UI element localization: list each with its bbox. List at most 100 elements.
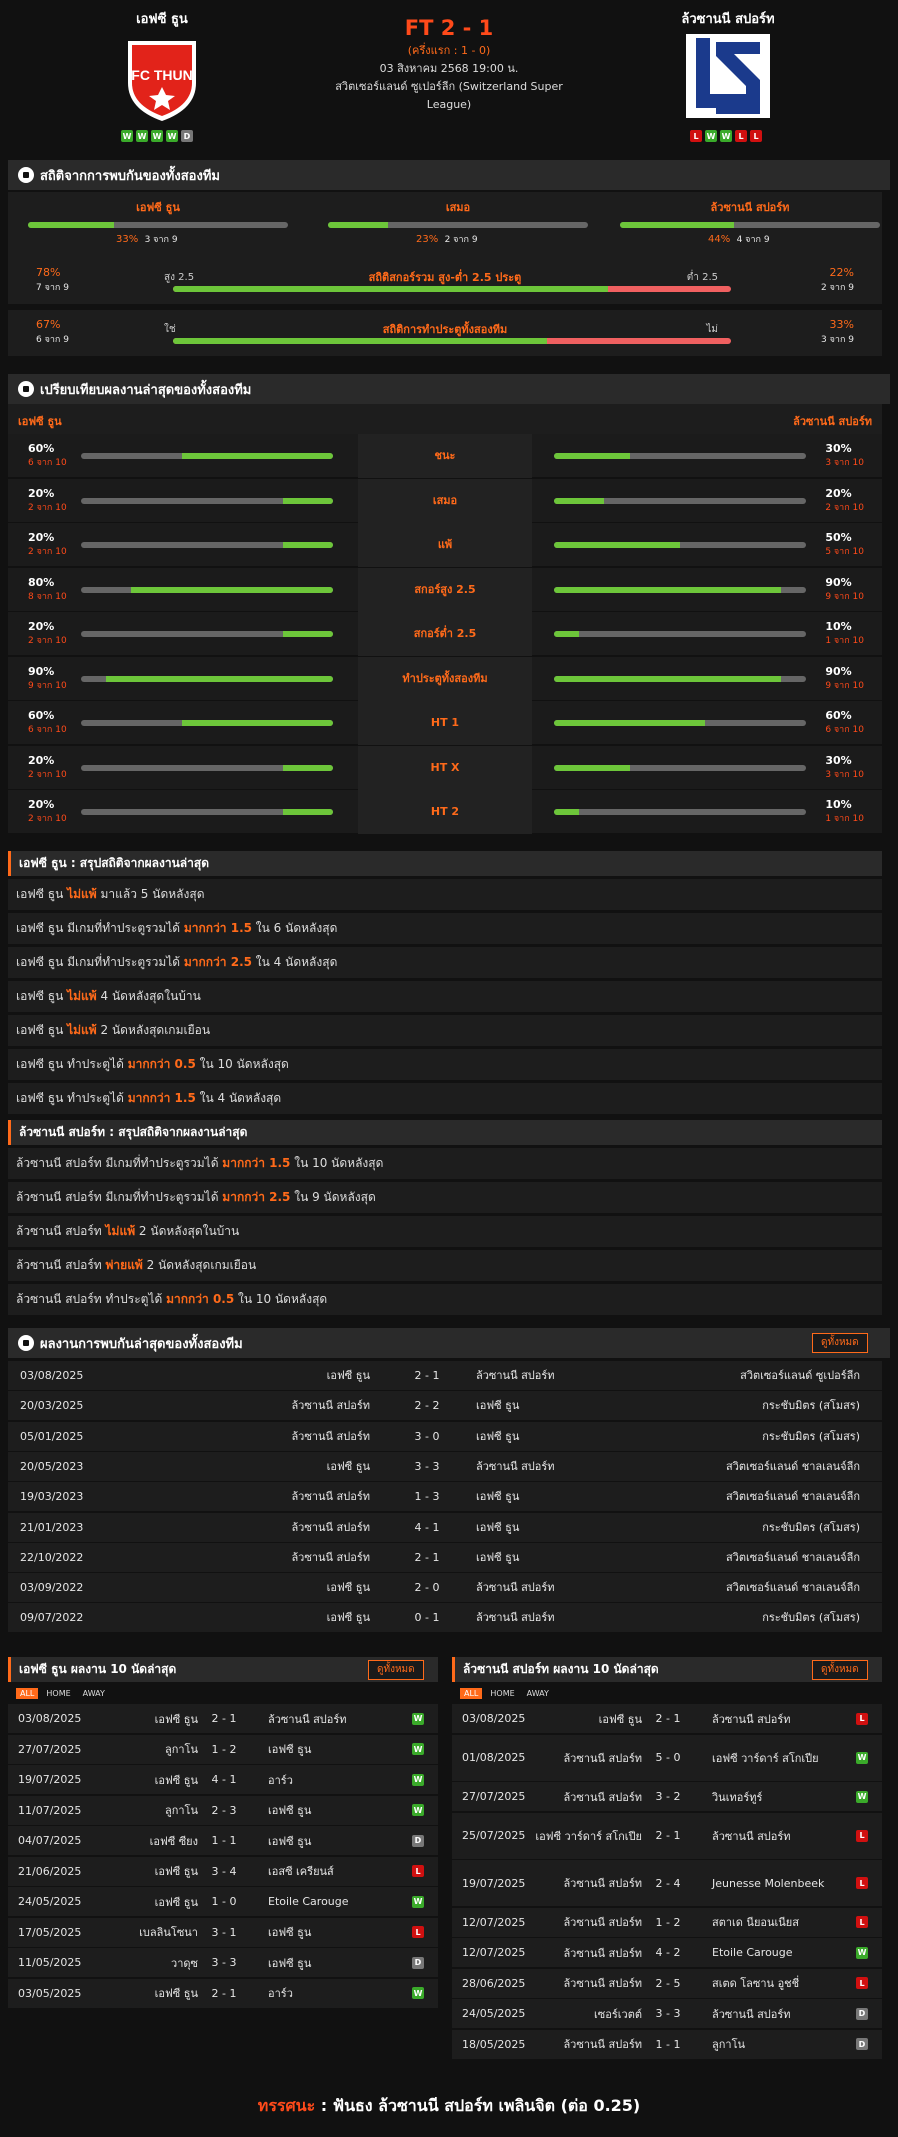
result-row[interactable]: 11/07/2025 ลูกาโน 2 - 3 เอฟซี ธูน W <box>8 1795 438 1825</box>
h2h-home-fill <box>28 222 114 228</box>
match-score: 2 - 5 <box>655 1976 681 1990</box>
result-row[interactable]: 27/07/2025 ลูกาโน 1 - 2 เอฟซี ธูน W <box>8 1734 438 1764</box>
result-row[interactable]: 27/07/2025 ล้วซานนี สปอร์ท 3 - 2 วินเทอร์ทู… <box>452 1782 882 1811</box>
h2h-result-row[interactable]: 21/01/2023 ล้วซานนี สปอร์ท 4 - 1 เอฟซี ธูน ก… <box>8 1512 882 1542</box>
home-team: ลูกาโน <box>164 1804 198 1817</box>
result-badge-w: W <box>856 1946 868 1959</box>
result-badge-w: W <box>412 1712 424 1725</box>
match-score: 1 - 2 <box>211 1742 237 1756</box>
home-team: ล้วซานนี สปอร์ท <box>291 1520 370 1534</box>
summary-row: ล้วซานนี สปอร์ท พ่ายแพ้ 2 นัดหลังสุดเกมเ… <box>8 1250 882 1281</box>
h2h-view-all-button[interactable]: ดูทั้งหมด <box>812 1333 868 1353</box>
result-badge-l: L <box>412 1926 424 1938</box>
tab-home[interactable]: HOME <box>42 1688 74 1699</box>
compare-away-pct: 10% <box>825 798 852 811</box>
h2h-draw-bar <box>328 222 588 228</box>
compare-home-of: 8 จาก 10 <box>28 591 67 602</box>
summary-row: เอฟซี ธูน ทำประตูได้ มากกว่า 1.5 ใน 4 นั… <box>8 1083 882 1114</box>
compare-row: 60% 6 จาก 10 ชนะ 30% 3 จาก 10 <box>8 434 882 478</box>
form-badge: L <box>750 130 762 142</box>
btts-stat: 67% 6 จาก 9 สถิติการทำประตูทั้งสองทีม ใช่… <box>8 310 882 356</box>
home-team: เซอร์เวตต์ <box>594 2007 642 2021</box>
match-league[interactable]: สวิตเซอร์แลนด์ ซูเปอร์ลีก (Switzerland S… <box>320 78 578 114</box>
away-team: Etoile Carouge <box>268 1895 349 1908</box>
tab-all[interactable]: ALL <box>460 1688 483 1699</box>
result-row[interactable]: 24/05/2025 เซอร์เวตต์ 3 - 3 ล้วซานนี สปอร์ท… <box>452 1999 882 2028</box>
match-date: 03/08/2025 <box>18 1712 82 1725</box>
result-row[interactable]: 21/06/2025 เอฟซี ธูน 3 - 4 เอสซี เครียนส์ L <box>8 1856 438 1886</box>
match-score: 2 - 1 <box>414 1369 440 1382</box>
away-team-name[interactable]: ล้วซานนี สปอร์ท <box>628 8 828 29</box>
match-score: 2 - 1 <box>211 1986 237 2000</box>
verdict-label: ทรรศนะ <box>257 2096 316 2115</box>
match-header: เอฟซี ธูน ล้วซานนี สปอร์ท FC THUN WWWWD … <box>0 0 898 155</box>
result-row[interactable]: 03/08/2025 เอฟซี ธูน 2 - 1 ล้วซานนี สปอร์ท W <box>8 1704 438 1733</box>
home-team: ล้วซานนี สปอร์ท <box>291 1399 370 1413</box>
h2h-result-row[interactable]: 22/10/2022 ล้วซานนี สปอร์ท 2 - 1 เอฟซี ธูน ส… <box>8 1542 882 1572</box>
h2h-result-row[interactable]: 20/03/2025 ล้วซานนี สปอร์ท 2 - 2 เอฟซี ธูน ก… <box>8 1391 882 1421</box>
btts-fill <box>173 338 547 344</box>
compare-away-bar <box>554 453 806 459</box>
compare-label: HT X <box>358 745 532 790</box>
compare-away-value: 10% 1 จาก 10 <box>825 798 864 826</box>
summary-text: เอฟซี ธูน <box>16 989 68 1003</box>
compare-row: 20% 2 จาก 10 HT 2 10% 1 จาก 10 <box>8 790 882 834</box>
competition: สวิตเซอร์แลนด์ ชาลเลนจ์ลีก <box>725 1459 860 1473</box>
match-date: 22/10/2022 <box>20 1550 84 1564</box>
h2h-result-row[interactable]: 19/03/2023 ล้วซานนี สปอร์ท 1 - 3 เอฟซี ธูน ส… <box>8 1482 882 1512</box>
result-row[interactable]: 03/08/2025 เอฟซี ธูน 2 - 1 ล้วซานนี สปอร์ท L <box>452 1704 882 1733</box>
home-summary-header: เอฟซี ธูน : สรุปสถิติจากผลงานล่าสุด <box>8 851 882 876</box>
result-row[interactable]: 03/05/2025 เอฟซี ธูน 2 - 1 อาร์ว W <box>8 1978 438 2008</box>
result-row[interactable]: 19/07/2025 ล้วซานนี สปอร์ท 2 - 4 Jeunesse M… <box>452 1860 882 1906</box>
match-score: 4 - 1 <box>211 1773 237 1786</box>
summary-text: มาแล้ว 5 นัดหลังสุด <box>96 887 205 901</box>
compare-away-bar <box>554 586 806 593</box>
result-row[interactable]: 24/05/2025 เอฟซี ธูน 1 - 0 Etoile Carouge W <box>8 1887 438 1916</box>
verdict-text: ฟันธง ล้วซานนี สปอร์ท เพลินจิต (ต่อ 0.25… <box>332 2096 641 2115</box>
match-score: 4 - 1 <box>414 1520 440 1534</box>
away-team: เอฟซี ธูน <box>268 1804 312 1817</box>
summary-highlight: มากกว่า 1.5 <box>222 1156 291 1170</box>
tab-home[interactable]: HOME <box>486 1688 518 1699</box>
h2h-result-row[interactable]: 20/05/2023 เอฟซี ธูน 3 - 3 ล้วซานนี สปอร์ท ส… <box>8 1451 882 1481</box>
result-row[interactable]: 28/06/2025 ล้วซานนี สปอร์ท 2 - 5 สเตด โลซาน… <box>452 1968 882 1998</box>
h2h-away-col: ล้วซานนี สปอร์ท 44% 4 จาก 9 <box>620 192 880 246</box>
result-badge-w: W <box>412 1773 424 1786</box>
match-score: 1 - 0 <box>211 1895 237 1908</box>
h2h-away-fill <box>620 222 735 228</box>
result-row[interactable]: 18/05/2025 ล้วซานนี สปอร์ท 1 - 1 ลูกาโน D <box>452 2029 882 2059</box>
h2h-result-row[interactable]: 03/09/2022 เอฟซี ธูน 2 - 0 ล้วซานนี สปอร์ท ส… <box>8 1573 882 1603</box>
away-last10-view-all-button[interactable]: ดูทั้งหมด <box>812 1660 868 1680</box>
h2h-result-row[interactable]: 05/01/2025 ล้วซานนี สปอร์ท 3 - 0 เอฟซี ธูน ก… <box>8 1421 882 1451</box>
summary-text: 2 นัดหลังสุดเกมเยือน <box>142 1258 257 1272</box>
tab-away[interactable]: AWAY <box>523 1688 553 1699</box>
tab-all[interactable]: ALL <box>16 1688 39 1699</box>
result-row[interactable]: 17/05/2025 เบลลินโซนา 3 - 1 เอฟซี ธูน L <box>8 1917 438 1947</box>
result-row[interactable]: 01/08/2025 ล้วซานนี สปอร์ท 5 - 0 เอฟซี วาร์… <box>452 1734 882 1781</box>
compare-home-pct: 20% <box>28 753 55 767</box>
result-row[interactable]: 25/07/2025 เอฟซี วาร์ดาร์ สโกเปีย 2 - 1 ล้ว… <box>452 1812 882 1859</box>
summary-row: เอฟซี ธูน มีเกมที่ทำประตูรวมได้ มากกว่า … <box>8 913 882 944</box>
result-row[interactable]: 19/07/2025 เอฟซี ธูน 4 - 1 อาร์ว W <box>8 1765 438 1794</box>
compare-table: 60% 6 จาก 10 ชนะ 30% 3 จาก 10 20% 2 จาก 10 เสมอ… <box>8 434 882 834</box>
h2h-home-label: เอฟซี ธูน <box>136 201 180 214</box>
summary-text: ล้วซานนี สปอร์ท ทำประตูได้ <box>16 1292 167 1306</box>
compare-home-bar <box>81 542 333 548</box>
match-info: 03 สิงหาคม 2568 19:00 น. สวิตเซอร์แลนด์ … <box>320 60 578 114</box>
result-row[interactable]: 12/07/2025 ล้วซานนี สปอร์ท 1 - 2 สตาเด นียอ… <box>452 1907 882 1937</box>
result-badge: L <box>856 1969 868 1998</box>
h2h-result-row[interactable]: 03/08/2025 เอฟซี ธูน 2 - 1 ล้วซานนี สปอร์ท ส… <box>8 1361 882 1390</box>
home-last10-view-all-button[interactable]: ดูทั้งหมด <box>368 1660 424 1680</box>
compare-away-of: 2 จาก 10 <box>825 502 864 513</box>
match-date: 24/05/2025 <box>18 1895 82 1908</box>
result-row[interactable]: 11/05/2025 วาดุซ 3 - 3 เอฟซี ธูน D <box>8 1948 438 1977</box>
match-score: 1 - 1 <box>655 2037 681 2051</box>
home-team: เอฟซี ธูน <box>326 1459 370 1473</box>
h2h-result-row[interactable]: 09/07/2022 เอฟซี ธูน 0 - 1 ล้วซานนี สปอร์ท ก… <box>8 1603 882 1633</box>
compare-away-bar <box>554 631 806 637</box>
result-row[interactable]: 12/07/2025 ล้วซานนี สปอร์ท 4 - 2 Etoile Car… <box>452 1938 882 1967</box>
match-date: 20/05/2023 <box>20 1459 84 1473</box>
result-row[interactable]: 04/07/2025 เอฟซี ซียง 1 - 1 เอฟซี ธูน D <box>8 1826 438 1855</box>
tab-away[interactable]: AWAY <box>79 1688 109 1699</box>
home-team-name[interactable]: เอฟซี ธูน <box>62 8 262 29</box>
